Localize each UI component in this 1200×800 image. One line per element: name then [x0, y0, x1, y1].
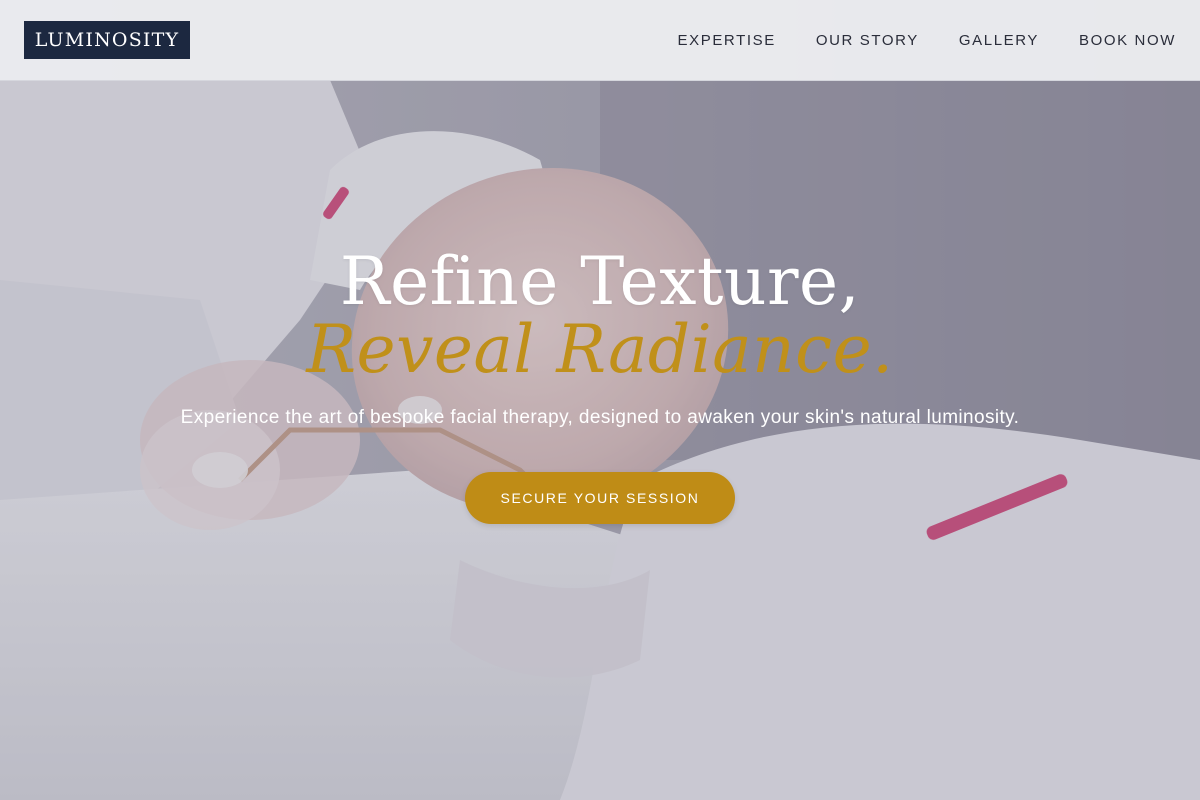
logo[interactable]: LUMINOSITY [24, 21, 190, 59]
hero-headline: Refine Texture, Reveal Radiance. [0, 240, 1200, 392]
page: LUMINOSITY EXPERTISE OUR STORY GALLERY B… [0, 0, 1200, 800]
secure-session-button[interactable]: SECURE YOUR SESSION [465, 472, 735, 524]
hero-content: Refine Texture, Reveal Radiance. Experie… [0, 240, 1200, 524]
nav-link-gallery[interactable]: GALLERY [959, 32, 1039, 49]
cta-wrapper: SECURE YOUR SESSION [0, 472, 1200, 524]
main-nav: EXPERTISE OUR STORY GALLERY BOOK NOW [678, 0, 1176, 80]
nav-link-expertise[interactable]: EXPERTISE [678, 32, 776, 49]
site-header: LUMINOSITY EXPERTISE OUR STORY GALLERY B… [0, 0, 1200, 81]
nav-link-our-story[interactable]: OUR STORY [816, 32, 919, 49]
nav-link-book-now[interactable]: BOOK NOW [1079, 32, 1176, 49]
hero-subtitle: Experience the art of bespoke facial the… [180, 407, 1020, 428]
hero-headline-line2: Reveal Radiance. [306, 311, 894, 388]
